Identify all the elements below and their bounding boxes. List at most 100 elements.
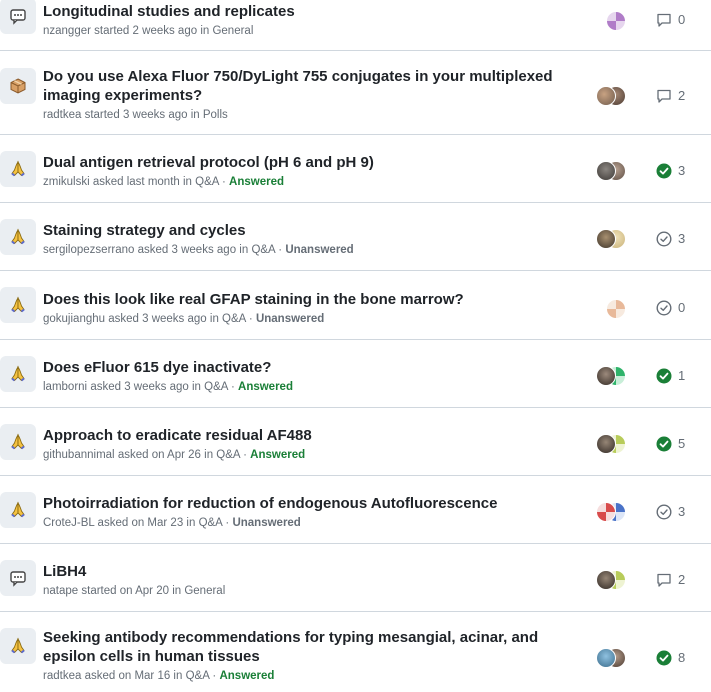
avatar[interactable] xyxy=(606,11,626,31)
author-link[interactable]: githubannimal xyxy=(43,449,115,461)
avatar[interactable] xyxy=(596,86,616,106)
discussion-title[interactable]: Staining strategy and cycles xyxy=(43,221,571,240)
discussion-meta: githubannimal asked on Apr 26 in Q&A · A… xyxy=(43,449,306,461)
list-item[interactable]: Does eFluor 615 dye inactivate? lamborni… xyxy=(0,340,711,408)
category-link[interactable]: Q&A xyxy=(216,449,240,461)
check-filled-icon xyxy=(656,163,672,179)
avatar[interactable] xyxy=(596,648,616,668)
praying-hands-icon xyxy=(11,296,25,313)
category-emoji[interactable] xyxy=(0,628,36,664)
comment-count: 3 xyxy=(678,163,686,178)
author-link[interactable]: radtkea xyxy=(43,670,81,682)
discussion-meta: CroteJ-BL asked on Mar 23 in Q&A · Unans… xyxy=(43,517,301,529)
status-badge: Answered xyxy=(219,670,275,682)
discussion-meta: nzangger started 2 weeks ago in General xyxy=(43,25,254,37)
discussion-title[interactable]: Photoirradiation for reduction of endoge… xyxy=(43,494,571,513)
discussion-meta: zmikulski asked last month in Q&A · Answ… xyxy=(43,176,284,188)
status-badge: Unanswered xyxy=(232,517,301,529)
list-item[interactable]: Approach to eradicate residual AF488 git… xyxy=(0,408,711,476)
status-badge: Answered xyxy=(238,381,293,393)
discussion-meta: lamborni asked 3 weeks ago in Q&A · Answ… xyxy=(43,381,293,393)
category-link[interactable]: Q&A xyxy=(195,176,219,188)
avatar[interactable] xyxy=(596,502,616,522)
discussion-meta: radtkea started 3 weeks ago in Polls xyxy=(43,109,228,121)
check-outline-icon xyxy=(656,504,672,520)
discussion-title[interactable]: Seeking antibody recommendations for typ… xyxy=(43,628,571,666)
discussion-title[interactable]: Do you use Alexa Fluor 750/DyLight 755 c… xyxy=(43,67,571,105)
list-item[interactable]: Seeking antibody recommendations for typ… xyxy=(0,612,711,692)
category-emoji[interactable] xyxy=(0,68,36,104)
author-link[interactable]: nzangger xyxy=(43,25,91,37)
comment-count: 3 xyxy=(678,231,686,246)
comment-count: 5 xyxy=(678,436,686,451)
comment-icon xyxy=(657,573,671,587)
comment-count: 8 xyxy=(678,650,686,665)
list-item[interactable]: Photoirradiation for reduction of endoge… xyxy=(0,476,711,544)
category-emoji[interactable] xyxy=(0,151,36,187)
author-link[interactable]: lamborni xyxy=(43,381,87,393)
praying-hands-icon xyxy=(11,637,25,654)
participant-avatars xyxy=(596,502,626,522)
category-link[interactable]: Q&A xyxy=(199,517,223,529)
author-link[interactable]: gokujianghu xyxy=(43,313,105,325)
status-badge: Answered xyxy=(229,176,284,188)
list-item[interactable]: Staining strategy and cycles sergilopezs… xyxy=(0,203,711,271)
category-emoji[interactable] xyxy=(0,424,36,460)
category-emoji[interactable] xyxy=(0,287,36,323)
author-link[interactable]: sergilopezserrano xyxy=(43,244,134,256)
check-filled-icon xyxy=(656,436,672,452)
discussion-title[interactable]: Dual antigen retrieval protocol (pH 6 an… xyxy=(43,153,571,172)
category-link[interactable]: Q&A xyxy=(186,670,210,682)
discussion-title[interactable]: Does this look like real GFAP staining i… xyxy=(43,290,571,309)
discussion-meta: sergilopezserrano asked 3 weeks ago in Q… xyxy=(43,244,354,256)
category-link[interactable]: Q&A xyxy=(204,381,228,393)
praying-hands-icon xyxy=(11,228,25,245)
discussion-meta: natape started on Apr 20 in General xyxy=(43,585,226,597)
speech-bubble-icon xyxy=(10,571,26,587)
praying-hands-icon xyxy=(11,433,25,450)
category-emoji[interactable] xyxy=(0,560,36,596)
list-item[interactable]: LiBH4 natape started on Apr 20 in Genera… xyxy=(0,544,711,612)
avatar[interactable] xyxy=(596,161,616,181)
list-item[interactable]: Do you use Alexa Fluor 750/DyLight 755 c… xyxy=(0,51,711,135)
discussion-title[interactable]: Approach to eradicate residual AF488 xyxy=(43,426,571,445)
discussion-title[interactable]: Does eFluor 615 dye inactivate? xyxy=(43,358,571,377)
check-filled-icon xyxy=(656,368,672,384)
avatar[interactable] xyxy=(596,229,616,249)
category-emoji[interactable] xyxy=(0,492,36,528)
list-item[interactable]: Does this look like real GFAP staining i… xyxy=(0,271,711,340)
author-link[interactable]: radtkea xyxy=(43,109,81,121)
category-link[interactable]: Polls xyxy=(203,109,228,121)
praying-hands-icon xyxy=(11,160,25,177)
status-badge: Unanswered xyxy=(285,244,354,256)
author-link[interactable]: natape xyxy=(43,585,78,597)
list-item[interactable]: Dual antigen retrieval protocol (pH 6 an… xyxy=(0,135,711,203)
participant-avatars xyxy=(596,648,626,668)
category-link[interactable]: Q&A xyxy=(222,313,246,325)
check-outline-icon xyxy=(656,231,672,247)
discussion-title[interactable]: Longitudinal studies and replicates xyxy=(43,2,571,21)
check-outline-icon xyxy=(656,300,672,316)
avatar[interactable] xyxy=(596,570,616,590)
category-link[interactable]: General xyxy=(184,585,225,597)
list-item[interactable]: Longitudinal studies and replicates nzan… xyxy=(0,0,711,51)
participant-avatars xyxy=(596,161,626,181)
category-emoji[interactable] xyxy=(0,219,36,255)
participant-avatars xyxy=(596,366,626,386)
category-link[interactable]: General xyxy=(212,25,253,37)
comment-count: 1 xyxy=(678,368,686,383)
participant-avatars xyxy=(596,434,626,454)
participant-avatars xyxy=(596,570,626,590)
category-emoji[interactable] xyxy=(0,0,36,34)
avatar[interactable] xyxy=(596,434,616,454)
participant-avatars xyxy=(596,86,626,106)
author-link[interactable]: zmikulski xyxy=(43,176,90,188)
avatar[interactable] xyxy=(606,299,626,319)
discussion-list: Longitudinal studies and replicates nzan… xyxy=(0,0,711,692)
avatar[interactable] xyxy=(596,366,616,386)
comment-icon xyxy=(657,89,671,103)
discussion-title[interactable]: LiBH4 xyxy=(43,562,571,581)
category-link[interactable]: Q&A xyxy=(251,244,275,256)
author-link[interactable]: CroteJ-BL xyxy=(43,517,94,529)
category-emoji[interactable] xyxy=(0,356,36,392)
